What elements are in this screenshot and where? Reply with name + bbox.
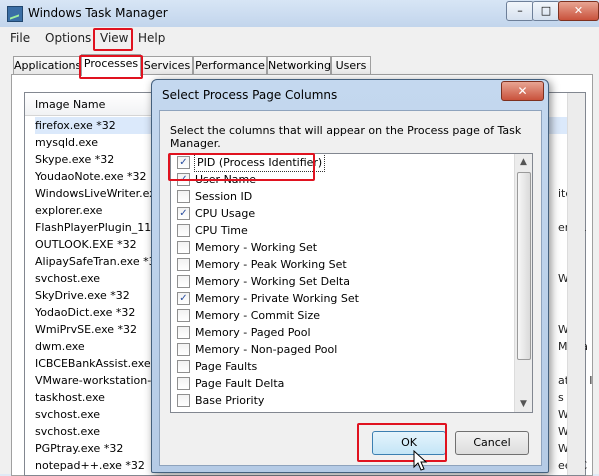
column-rows: ✓ PID (Process Identifier) ✓ User Name Sessi… [171, 154, 532, 409]
process-image-name: svchost.exe [35, 272, 101, 285]
process-image-name: AlipaySafeTran.exe *32 [35, 255, 163, 268]
title-bar: Windows Task Manager – □ ✕ [0, 0, 599, 27]
column-option-label: Memory - Peak Working Set [195, 258, 347, 271]
process-image-name: Skype.exe *32 [35, 153, 115, 166]
checkbox-checked[interactable]: ✓ [177, 173, 190, 186]
column-option-label: CPU Time [195, 224, 248, 237]
column-option[interactable]: Memory - Commit Size [171, 307, 532, 324]
process-image-name: YodaoDict.exe *32 [35, 306, 136, 319]
column-option-label: Memory - Commit Size [195, 309, 320, 322]
checkbox-unchecked[interactable] [177, 309, 190, 322]
tab-applications[interactable]: Applications [13, 56, 81, 75]
column-checklist[interactable]: ✓ PID (Process Identifier) ✓ User Name Sessi… [170, 153, 533, 413]
checkbox-checked[interactable]: ✓ [177, 207, 190, 220]
tab-services[interactable]: Services [141, 56, 193, 75]
column-option-label: Memory - Working Set [195, 241, 318, 254]
column-option[interactable]: CPU Time [171, 222, 532, 239]
process-image-name: OUTLOOK.EXE *32 [35, 238, 137, 251]
checkbox-checked[interactable]: ✓ [177, 156, 190, 169]
task-manager-icon [7, 6, 23, 22]
column-option[interactable]: Memory - Peak Working Set [171, 256, 532, 273]
process-image-name: PGPtray.exe *32 [35, 442, 124, 455]
close-button[interactable]: ✕ [558, 1, 599, 21]
column-option[interactable]: Base Priority [171, 392, 532, 409]
checkbox-unchecked[interactable] [177, 258, 190, 271]
window-title: Windows Task Manager [28, 6, 168, 20]
checkbox-unchecked[interactable] [177, 326, 190, 339]
column-option-label: User Name [195, 173, 257, 186]
column-option[interactable]: ✓ PID (Process Identifier) [171, 154, 532, 172]
column-list-scrollbar[interactable]: ▲ ▼ [514, 154, 532, 412]
tab-users[interactable]: Users [331, 56, 371, 75]
process-image-name: notepad++.exe *32 [35, 459, 145, 472]
process-image-name: FlashPlayerPlugin_11_8_ [35, 221, 170, 234]
column-option[interactable]: Page Faults [171, 358, 532, 375]
scroll-up-icon[interactable]: ▲ [516, 154, 531, 170]
maximize-button[interactable]: □ [532, 1, 560, 21]
process-image-name: YoudaoNote.exe *32 [35, 170, 147, 183]
column-option-label: Memory - Non-paged Pool [195, 343, 338, 356]
dialog-body: Select the columns that will appear on t… [159, 110, 542, 466]
dialog-title: Select Process Page Columns [162, 88, 338, 102]
process-image-name: firefox.exe *32 [35, 119, 116, 132]
dialog-instruction: Select the columns that will appear on t… [170, 124, 522, 150]
column-option-label: Base Priority [195, 394, 265, 407]
checkbox-unchecked[interactable] [177, 394, 190, 407]
column-option-label: Memory - Working Set Delta [195, 275, 350, 288]
ok-button[interactable]: OK [372, 431, 446, 455]
checkbox-unchecked[interactable] [177, 275, 190, 288]
process-image-name: WindowsLiveWriter.exe [35, 187, 163, 200]
column-option[interactable]: Session ID [171, 188, 532, 205]
mouse-pointer-icon [413, 450, 428, 471]
column-option[interactable]: Memory - Paged Pool [171, 324, 532, 341]
column-option[interactable]: Memory - Non-paged Pool [171, 341, 532, 358]
process-image-name: dwm.exe [35, 340, 85, 353]
minimize-button[interactable]: – [506, 1, 534, 21]
column-option[interactable]: Memory - Working Set Delta [171, 273, 532, 290]
checkbox-checked[interactable]: ✓ [177, 292, 190, 305]
process-image-name: VMware-workstation-full [35, 374, 169, 387]
process-image-name: svchost.exe [35, 425, 101, 438]
menu-help[interactable]: Help [138, 31, 165, 45]
column-option-label: Memory - Private Working Set [195, 292, 359, 305]
column-option-label: Page Faults [195, 360, 258, 373]
menu-bar: File Options View Help [0, 27, 599, 49]
menu-file[interactable]: File [10, 31, 30, 45]
process-image-name: SkyDrive.exe *32 [35, 289, 130, 302]
checkbox-unchecked[interactable] [177, 360, 190, 373]
checkbox-unchecked[interactable] [177, 224, 190, 237]
column-option-label: CPU Usage [195, 207, 256, 220]
column-option[interactable]: ✓ CPU Usage [171, 205, 532, 222]
select-columns-dialog: Select Process Page Columns ✕ Select the… [151, 79, 549, 473]
tab-processes[interactable]: Processes [81, 54, 141, 76]
scroll-thumb[interactable] [517, 172, 531, 360]
process-image-name: taskhost.exe [35, 391, 105, 404]
process-image-name: svchost.exe [35, 408, 101, 421]
process-image-name: explorer.exe [35, 204, 103, 217]
menu-options[interactable]: Options [45, 31, 91, 45]
column-option[interactable]: Page Fault Delta [171, 375, 532, 392]
scroll-down-icon[interactable]: ▼ [516, 396, 531, 412]
checkbox-unchecked[interactable] [177, 241, 190, 254]
column-option-label: PID (Process Identifier) [193, 154, 326, 172]
column-option-label: Session ID [195, 190, 253, 203]
column-option-label: Memory - Paged Pool [195, 326, 311, 339]
menu-view[interactable]: View [100, 31, 128, 45]
column-option[interactable]: ✓ Memory - Private Working Set [171, 290, 532, 307]
process-image-name: mysqld.exe [35, 136, 98, 149]
process-list-scrollbar[interactable] [567, 93, 585, 475]
column-option-label: Page Fault Delta [195, 377, 285, 390]
checkbox-unchecked[interactable] [177, 377, 190, 390]
column-option[interactable]: ✓ User Name [171, 171, 532, 188]
column-option[interactable]: Memory - Working Set [171, 239, 532, 256]
cancel-button[interactable]: Cancel [455, 431, 529, 455]
dialog-close-button[interactable]: ✕ [501, 81, 544, 101]
tab-performance[interactable]: Performance [193, 56, 267, 75]
process-image-name: WmiPrvSE.exe *32 [35, 323, 138, 336]
checkbox-unchecked[interactable] [177, 190, 190, 203]
process-image-name: ICBCEBankAssist.exe [35, 357, 151, 370]
checkbox-unchecked[interactable] [177, 343, 190, 356]
tab-networking[interactable]: Networking [267, 56, 331, 75]
column-image-name[interactable]: Image Name [35, 98, 105, 111]
